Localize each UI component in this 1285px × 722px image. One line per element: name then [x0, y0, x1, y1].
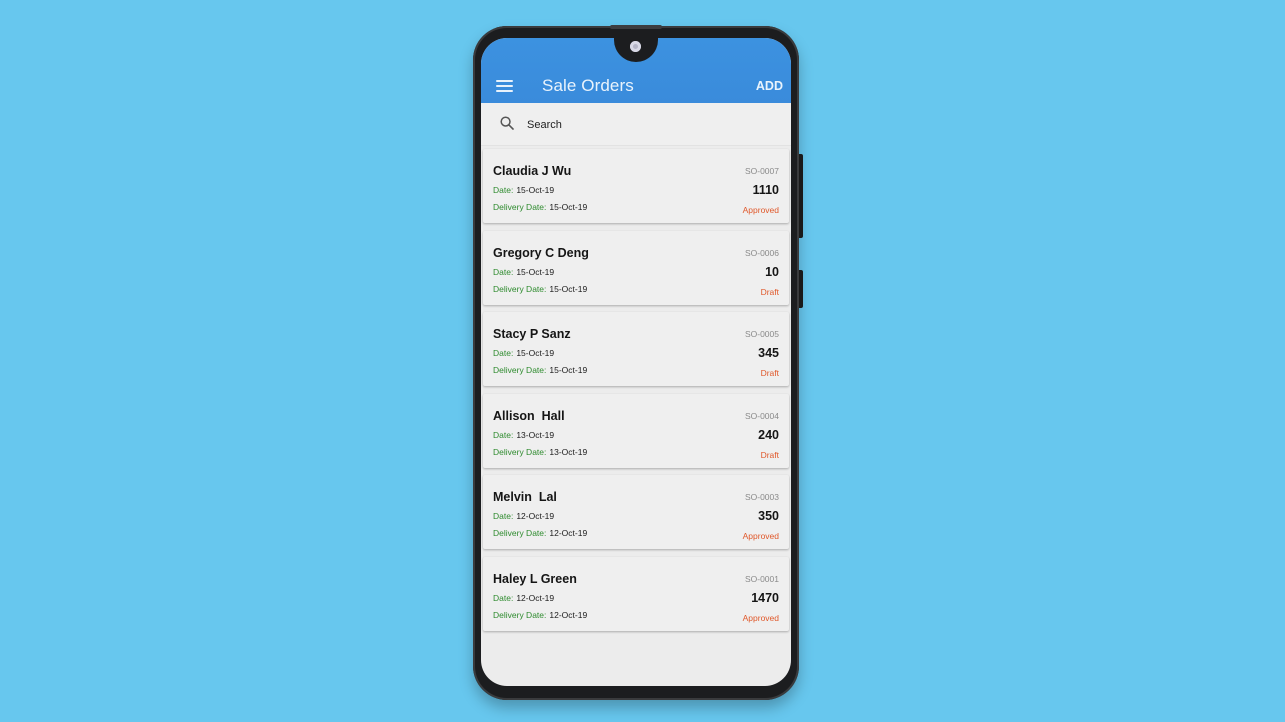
search-input[interactable]: [525, 113, 779, 137]
order-amount: 240: [758, 427, 779, 442]
order-code: SO-0003: [744, 492, 779, 502]
date-label: Date:: [493, 185, 514, 195]
order-card[interactable]: Melvin Lal Date: 12-Oct-19 Delivery Date:…: [483, 475, 789, 549]
page-title: Sale Orders: [542, 76, 634, 95]
search-icon[interactable]: [500, 116, 514, 130]
order-card[interactable]: Claudia J Wu Date: 15-Oct-19 Delivery Dat…: [483, 149, 789, 223]
sale-orders-list: Claudia J Wu Date: 15-Oct-19 Delivery Dat…: [483, 149, 789, 638]
order-date: 12-Oct-19: [516, 592, 555, 603]
delivery-date: 15-Oct-19: [549, 202, 588, 212]
customer-name: Allison Hall: [493, 408, 565, 423]
order-code: SO-0001: [744, 573, 779, 584]
status-badge: Approved: [742, 531, 779, 541]
speaker-grille: [610, 25, 662, 29]
delivery-date-label: Delivery Date:: [493, 609, 547, 620]
delivery-date: 12-Oct-19: [549, 609, 588, 620]
order-date: 13-Oct-19: [516, 429, 555, 440]
search-bar: [481, 103, 791, 146]
delivery-date: 12-Oct-19: [549, 528, 588, 538]
order-code: SO-0007: [744, 166, 779, 176]
order-card[interactable]: Stacy P Sanz Date: 15-Oct-19 Delivery Dat…: [483, 312, 789, 386]
customer-name: Stacy P Sanz: [493, 327, 571, 341]
power-button: [799, 270, 803, 308]
customer-name: Claudia J Wu: [493, 164, 572, 178]
order-amount: 10: [765, 264, 779, 279]
date-label: Date:: [493, 511, 514, 521]
order-amount: 1470: [751, 590, 779, 605]
status-badge: Draft: [760, 286, 779, 297]
order-amount: 1110: [752, 183, 779, 197]
order-card[interactable]: Allison Hall Date: 13-Oct-19 Delivery Dat…: [483, 393, 789, 468]
order-card[interactable]: Haley L Green Date: 12-Oct-19 Delivery Da…: [483, 556, 789, 631]
hamburger-menu-icon[interactable]: [496, 80, 513, 92]
status-badge: Draft: [760, 368, 779, 378]
status-badge: Draft: [760, 449, 779, 460]
status-badge: Approved: [742, 205, 779, 215]
order-date: 15-Oct-19: [516, 185, 555, 195]
order-date: 15-Oct-19: [516, 266, 555, 277]
delivery-date-label: Delivery Date:: [493, 446, 547, 457]
delivery-date: 13-Oct-19: [549, 446, 588, 457]
order-amount: 345: [758, 346, 779, 360]
volume-button: [799, 154, 803, 238]
add-button[interactable]: ADD: [756, 79, 783, 93]
phone-screen: Sale Orders ADD Claudia J Wu Date:15-Oct…: [481, 38, 791, 686]
delivery-date-label: Delivery Date:: [493, 283, 547, 294]
order-date: 12-Oct-19: [516, 511, 555, 521]
date-label: Date:: [493, 266, 514, 277]
phone-frame: Sale Orders ADD Claudia J Wu Date:15-Oct…: [473, 25, 803, 700]
delivery-date-label: Delivery Date:: [493, 365, 547, 375]
date-label: Date:: [493, 592, 514, 603]
order-code: SO-0005: [744, 329, 779, 339]
front-camera-icon: [630, 41, 641, 52]
order-date: 15-Oct-19: [516, 348, 555, 358]
order-card[interactable]: Gregory C Deng Date: 15-Oct-19 Delivery D…: [483, 230, 789, 305]
customer-name: Melvin Lal: [493, 490, 557, 504]
delivery-date-label: Delivery Date:: [493, 528, 547, 538]
customer-name: Gregory C Deng: [493, 245, 589, 260]
status-badge: Approved: [742, 612, 779, 623]
delivery-date: 15-Oct-19: [549, 365, 588, 375]
date-label: Date:: [493, 348, 514, 358]
order-code: SO-0004: [744, 410, 779, 421]
delivery-date-label: Delivery Date:: [493, 202, 547, 212]
order-amount: 350: [758, 509, 779, 523]
order-code: SO-0006: [744, 247, 779, 258]
delivery-date: 15-Oct-19: [549, 283, 588, 294]
customer-name: Haley L Green: [493, 571, 577, 586]
date-label: Date:: [493, 429, 514, 440]
